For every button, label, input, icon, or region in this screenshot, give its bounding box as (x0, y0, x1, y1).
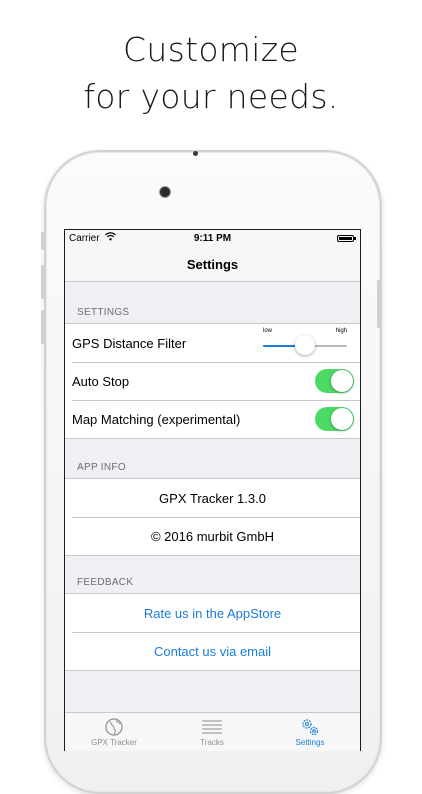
toggle-knob (331, 370, 353, 392)
copyright-row: © 2016 murbit GmbH (65, 517, 360, 555)
rate-app-link[interactable]: Rate us in the AppStore (65, 606, 360, 621)
copyright-label: © 2016 murbit GmbH (150, 529, 274, 544)
phone-screen: Carrier 9:11 PM Settings SETTINGS GPS Di… (64, 229, 361, 751)
auto-stop-row: Auto Stop (65, 362, 360, 400)
section-header-app-info: APP INFO (77, 462, 126, 473)
page-title: Settings (186, 257, 239, 272)
map-matching-row: Map Matching (experimental) (65, 400, 360, 438)
settings-group: GPS Distance Filter low high Auto Stop M… (65, 323, 360, 439)
tab-label-tracks: Tracks (200, 738, 224, 747)
slider-thumb[interactable] (295, 335, 315, 355)
gears-icon (302, 719, 319, 736)
app-info-group: GPX Tracker 1.3.0 © 2016 murbit GmbH (65, 478, 360, 556)
map-matching-label: Map Matching (experimental) (72, 412, 241, 427)
tab-bar: GPX Tracker Tracks Settings (65, 712, 360, 751)
rate-app-row[interactable]: Rate us in the AppStore (65, 594, 360, 632)
volume-up-button (41, 265, 45, 299)
headline-line-2: for your needs. (83, 77, 339, 116)
slider-high-label: high (335, 328, 347, 334)
navigation-bar: Settings (65, 248, 360, 282)
power-button (377, 280, 381, 328)
slider-low-label: low (263, 328, 273, 334)
auto-stop-toggle[interactable] (315, 369, 354, 393)
section-header-settings: SETTINGS (77, 307, 130, 318)
gps-distance-filter-label: GPS Distance Filter (72, 336, 187, 351)
phone-speaker (193, 151, 198, 156)
mute-switch (41, 232, 45, 250)
tab-label-settings: Settings (295, 738, 325, 747)
auto-stop-label: Auto Stop (72, 374, 130, 389)
list-icon (202, 720, 222, 734)
toggle-knob (331, 408, 353, 430)
globe-icon (105, 718, 123, 736)
status-time: 9:11 PM (193, 233, 232, 244)
tab-settings[interactable]: Settings (261, 717, 359, 747)
app-version-row: GPX Tracker 1.3.0 (65, 479, 360, 517)
feedback-group: Rate us in the AppStore Contact us via e… (65, 593, 360, 671)
section-header-feedback: FEEDBACK (77, 577, 134, 588)
battery-icon (337, 235, 356, 242)
volume-down-button (41, 310, 45, 344)
phone-camera (160, 187, 170, 197)
status-bar: Carrier 9:11 PM (65, 230, 360, 248)
gps-distance-filter-row: GPS Distance Filter low high (65, 324, 360, 362)
tab-gpx-tracker[interactable]: GPX Tracker (65, 717, 163, 747)
app-version-label: GPX Tracker 1.3.0 (159, 491, 266, 506)
tab-tracks[interactable]: Tracks (163, 717, 261, 747)
contact-email-link[interactable]: Contact us via email (65, 644, 360, 659)
map-matching-toggle[interactable] (315, 407, 354, 431)
headline-line-1: Customize (123, 30, 299, 69)
contact-email-row[interactable]: Contact us via email (65, 632, 360, 670)
tab-label-gpx-tracker: GPX Tracker (91, 738, 137, 747)
gps-distance-filter-slider[interactable]: low high (263, 328, 347, 358)
